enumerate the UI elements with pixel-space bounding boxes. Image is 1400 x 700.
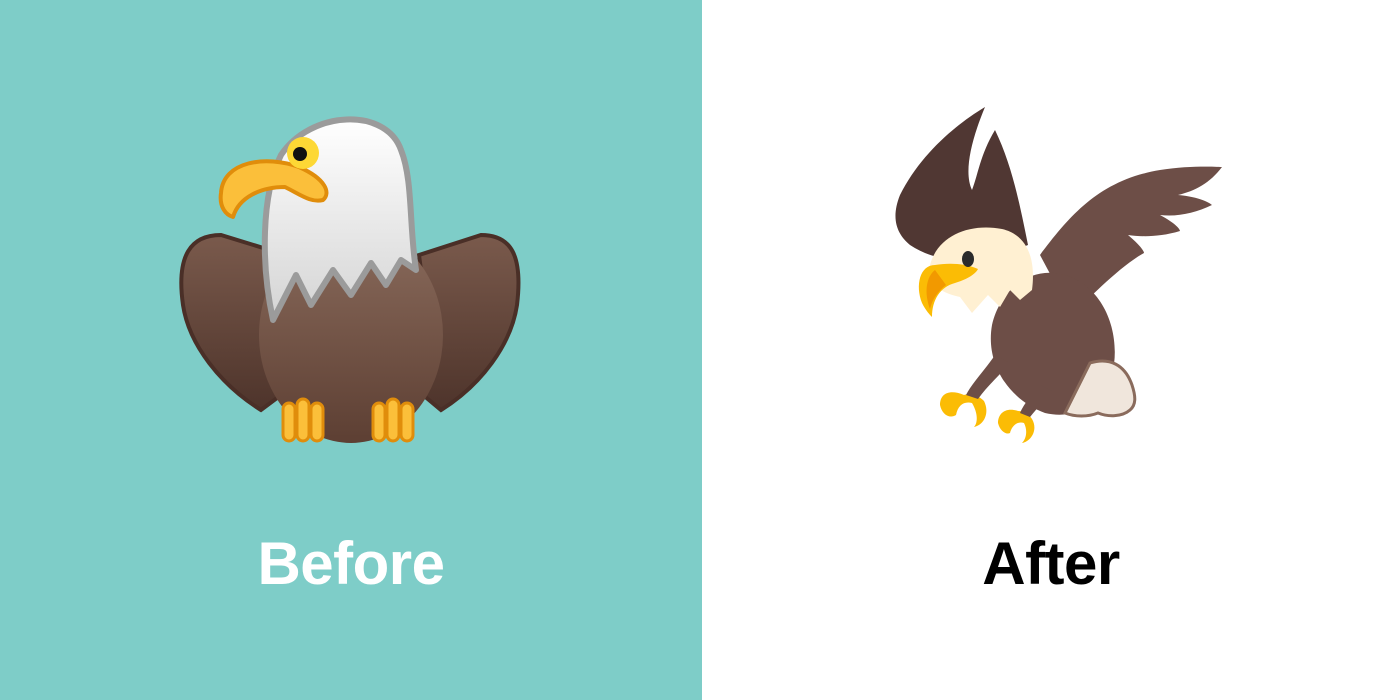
before-label: Before	[257, 530, 445, 597]
eagle-emoji-after-icon	[860, 95, 1240, 475]
after-label: After	[982, 530, 1120, 597]
after-panel: After	[702, 0, 1400, 700]
eagle-emoji-before-icon	[161, 95, 541, 475]
before-panel: Before	[0, 0, 702, 700]
